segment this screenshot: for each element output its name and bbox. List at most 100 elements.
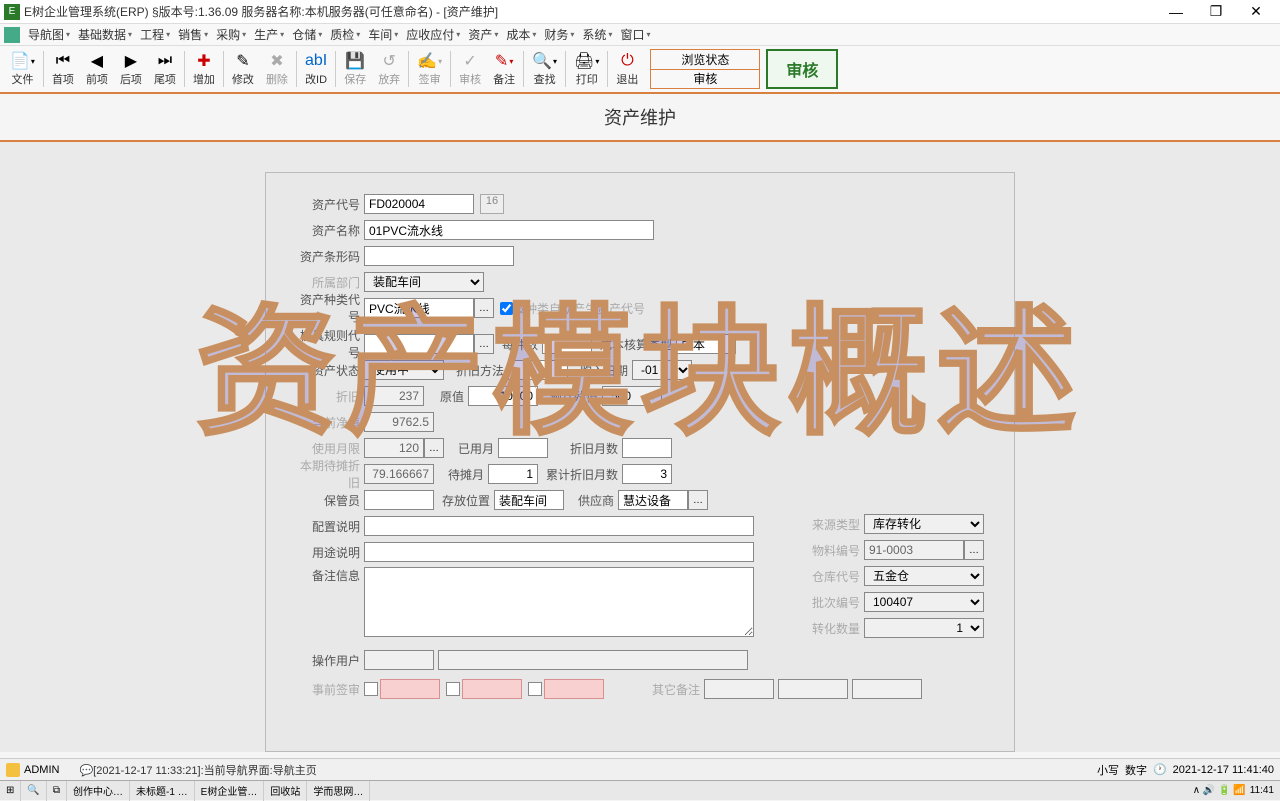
dept-select[interactable]: 装配车间 (364, 272, 484, 292)
add-button[interactable]: ✚增加 (187, 47, 221, 91)
taskview-button[interactable]: ⧉ (47, 781, 67, 801)
abandon-button[interactable]: ↺放弃 (372, 47, 406, 91)
menu-资产[interactable]: 资产▾ (464, 24, 502, 45)
menu-质检[interactable]: 质检▾ (326, 24, 364, 45)
deprmonth-input[interactable] (622, 438, 672, 458)
used-input[interactable] (498, 438, 548, 458)
supplier-input[interactable] (618, 490, 688, 510)
asset-code-input[interactable] (364, 194, 474, 214)
menu-财务[interactable]: 财务▾ (540, 24, 578, 45)
note-button[interactable]: ✎▾备注 (487, 47, 521, 91)
costtype-input[interactable] (676, 334, 736, 354)
qty-select[interactable]: 1 (864, 618, 984, 638)
resid-select[interactable]: 500 (602, 386, 662, 406)
menu-仓储[interactable]: 仓储▾ (288, 24, 326, 45)
prev-button[interactable]: ◀前项 (80, 47, 114, 91)
search-button[interactable]: 🔍 (21, 781, 46, 801)
loc-input[interactable] (494, 490, 564, 510)
form-panel: 资产代号16 资产名称 资产条形码 所属部门装配车间 资产种类代号…按种类自动产… (265, 172, 1015, 752)
menubar: 导航图▾基础数据▾工程▾销售▾采购▾生产▾仓储▾质检▾车间▾应收应付▾资产▾成本… (0, 24, 1280, 46)
depr-rate-input (364, 386, 424, 406)
start-button[interactable]: ⊞ (0, 781, 21, 801)
menu-生产[interactable]: 生产▾ (250, 24, 288, 45)
taskbar-item[interactable]: 创作中心… (67, 781, 130, 801)
menu-销售[interactable]: 销售▾ (174, 24, 212, 45)
srctype-select[interactable]: 库存转化 (864, 514, 984, 534)
orig-input[interactable] (468, 386, 538, 406)
buydate-select[interactable]: -01 (632, 360, 692, 380)
delete-button[interactable]: ✖删除 (260, 47, 294, 91)
menu-基础数据[interactable]: 基础数据▾ (74, 24, 136, 45)
remark-textarea[interactable] (364, 567, 754, 637)
sig-field-3[interactable] (544, 679, 604, 699)
maximize-button[interactable]: ❐ (1196, 0, 1236, 24)
window-title: E树企业管理系统(ERP) §版本号:1.36.09 服务器名称:本机服务器(可… (24, 3, 1156, 20)
supplier-lookup-button[interactable]: … (688, 490, 708, 510)
app-icon: E (4, 4, 20, 20)
taskbar-item[interactable]: 学而思网… (307, 781, 370, 801)
net-input (364, 412, 434, 432)
first-button[interactable]: ⏮首项 (46, 47, 80, 91)
caps-status: 小写 (1097, 762, 1119, 778)
exit-button[interactable]: ⏻退出 (610, 47, 644, 91)
config-input[interactable] (364, 516, 754, 536)
save-button[interactable]: 💾保存 (338, 47, 372, 91)
taskbar-item[interactable]: 回收站 (264, 781, 307, 801)
old-input[interactable] (622, 464, 672, 484)
other2 (778, 679, 848, 699)
next-button[interactable]: ▶后项 (114, 47, 148, 91)
depr-method-input[interactable] (508, 360, 568, 380)
wh-select[interactable]: 五金仓 (864, 566, 984, 586)
batch-select[interactable]: 100407 (864, 592, 984, 612)
print-button[interactable]: 🖨▾打印 (568, 47, 605, 91)
menu-系统[interactable]: 系统▾ (578, 24, 616, 45)
file-button[interactable]: 📄▾文件 (4, 47, 41, 91)
sig-field-2[interactable] (462, 679, 522, 699)
menu-应收应付[interactable]: 应收应付▾ (402, 24, 464, 45)
minimize-button[interactable]: — (1156, 0, 1196, 24)
opuser2 (438, 650, 748, 670)
find-button[interactable]: 🔍▾查找 (526, 47, 563, 91)
matno-input (864, 540, 964, 560)
last-button[interactable]: ⏭尾项 (148, 47, 182, 91)
mold-input[interactable] (364, 334, 474, 354)
opuser1 (364, 650, 434, 670)
asset-name-input[interactable] (364, 220, 654, 240)
sig-field-1[interactable] (380, 679, 440, 699)
close-button[interactable]: ✕ (1236, 0, 1276, 24)
type-input[interactable] (364, 298, 474, 318)
menu-车间[interactable]: 车间▾ (364, 24, 402, 45)
unit-input[interactable] (542, 334, 592, 354)
status-message: [2021-12-17 11:33:21]:当前导航界面:导航主页 (93, 765, 317, 777)
menu-采购[interactable]: 采购▾ (212, 24, 250, 45)
sig-check-1[interactable] (364, 682, 378, 696)
sig-check-2[interactable] (446, 682, 460, 696)
mold-lookup-button[interactable]: … (474, 334, 494, 354)
status-select[interactable]: 使用中 (364, 360, 444, 380)
menu-导航图[interactable]: 导航图▾ (24, 24, 74, 45)
tray-time: 11:41 (1250, 785, 1274, 796)
usemonth-button[interactable]: … (424, 438, 444, 458)
sig-check-3[interactable] (528, 682, 542, 696)
taskbar-item[interactable]: E树企业管… (195, 781, 265, 801)
audit-button[interactable]: ✓审核 (453, 47, 487, 91)
clock-icon: 🕐 (1153, 763, 1167, 776)
keeper-input[interactable] (364, 490, 434, 510)
chat-icon: 💬 (79, 765, 93, 777)
edit-button[interactable]: ✎修改 (226, 47, 260, 91)
menu-窗口[interactable]: 窗口▾ (616, 24, 654, 45)
autogen-checkbox[interactable] (500, 302, 513, 315)
menu-成本[interactable]: 成本▾ (502, 24, 540, 45)
usage-input[interactable] (364, 542, 754, 562)
sign-button[interactable]: ✍▾签审 (411, 47, 448, 91)
taskbar-item[interactable]: 未标题-1 … (130, 781, 195, 801)
matno-lookup-button[interactable]: … (964, 540, 984, 560)
curdepr-input (364, 464, 434, 484)
audit-stamp[interactable]: 审核 (766, 49, 838, 89)
barcode-input[interactable] (364, 246, 514, 266)
change-id-button[interactable]: abI改ID (299, 47, 333, 91)
wait-input[interactable] (488, 464, 538, 484)
menu-工程[interactable]: 工程▾ (136, 24, 174, 45)
type-lookup-button[interactable]: … (474, 298, 494, 318)
tray-icons[interactable]: ∧ 🔊 🔋 📶 (1193, 785, 1246, 796)
